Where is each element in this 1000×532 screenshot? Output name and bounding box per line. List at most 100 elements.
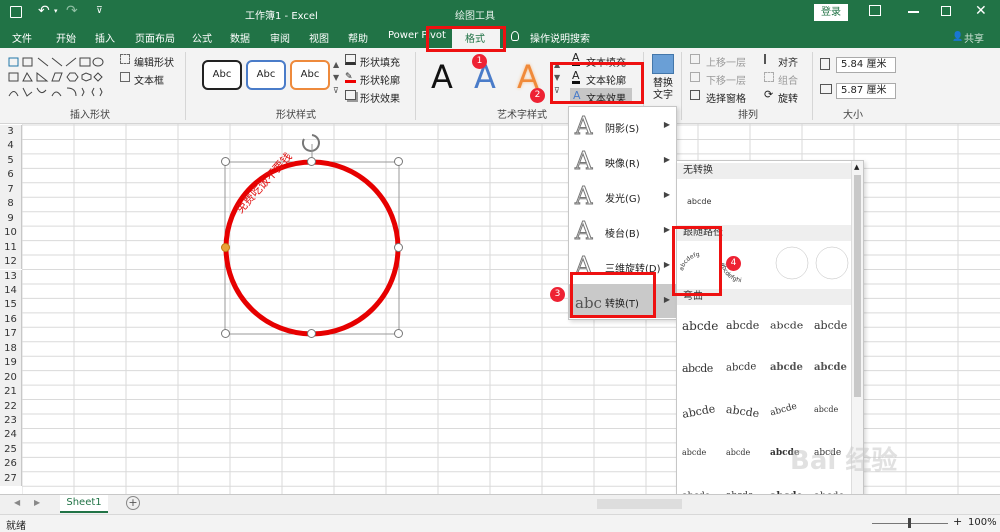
undo-icon[interactable]: ↶ <box>38 3 50 19</box>
warp-option[interactable]: abcde <box>769 402 798 419</box>
warp-option[interactable]: abcde <box>726 448 750 457</box>
warp-option[interactable]: abcde <box>770 320 803 331</box>
align-button[interactable]: 对齐 <box>778 54 798 69</box>
resize-handle[interactable] <box>307 157 316 166</box>
row-header[interactable]: 5 <box>0 153 22 169</box>
save-icon[interactable] <box>10 6 22 18</box>
tab-help[interactable]: 帮助 <box>348 30 368 45</box>
no-transform-option[interactable]: abcde <box>687 197 711 206</box>
tab-insert[interactable]: 插入 <box>95 30 115 45</box>
send-backward-button[interactable]: 下移一层 <box>706 72 746 87</box>
zoom-slider-thumb[interactable] <box>908 518 911 528</box>
shape-fill-button[interactable]: 形状填充 <box>360 54 400 69</box>
tab-power-pivot[interactable]: Power Pivot <box>388 30 446 41</box>
tab-review[interactable]: 审阅 <box>270 30 290 45</box>
scroll-thumb[interactable] <box>854 175 861 397</box>
share-button[interactable]: 共享 <box>964 30 984 45</box>
rotate-button[interactable]: 旋转 <box>778 90 798 105</box>
tab-view[interactable]: 视图 <box>309 30 329 45</box>
row-header[interactable]: 15 <box>0 298 22 313</box>
text-outline-button[interactable]: 文本轮廓 <box>586 72 626 87</box>
redo-icon[interactable]: ↷ <box>66 3 78 19</box>
tab-format[interactable]: 格式 <box>452 26 500 48</box>
row-header[interactable]: 16 <box>0 312 22 328</box>
zoom-level[interactable]: 100% <box>968 517 997 528</box>
shape-outline-button[interactable]: 形状轮廓 <box>360 72 400 87</box>
row-header[interactable]: 9 <box>0 211 22 227</box>
warp-option[interactable]: abcde <box>726 361 756 374</box>
shape-width-input[interactable]: 5.87 厘米 <box>836 83 896 99</box>
text-effects-button[interactable]: A 文本效果 <box>570 88 632 105</box>
ribbon-display-icon[interactable] <box>869 5 881 16</box>
row-header[interactable]: 24 <box>0 428 22 443</box>
edit-shape-button[interactable]: 编辑形状 <box>134 54 174 69</box>
warp-option[interactable]: abcde <box>681 402 716 421</box>
prev-sheet-icon[interactable]: ◀ <box>14 498 20 507</box>
horizontal-scrollbar[interactable] <box>597 499 682 509</box>
wordart-scroll-icon[interactable]: ▲ ▼ ⊽ <box>554 58 560 97</box>
warp-option[interactable]: abcde <box>682 448 706 457</box>
row-header[interactable]: 14 <box>0 283 22 299</box>
row-header[interactable]: 6 <box>0 168 22 183</box>
bring-forward-button[interactable]: 上移一层 <box>706 54 746 69</box>
warp-option[interactable]: abcde <box>682 319 718 333</box>
next-sheet-icon[interactable]: ▶ <box>34 498 40 507</box>
minimize-icon[interactable] <box>908 11 919 13</box>
tell-me-search[interactable]: 操作说明搜索 <box>530 30 590 45</box>
tab-page-layout[interactable]: 页面布局 <box>135 30 175 45</box>
text-effects-menu-item[interactable]: abc 转换(T) ▶ <box>569 284 676 318</box>
tab-data[interactable]: 数据 <box>230 30 250 45</box>
warp-option[interactable]: abcde <box>814 319 847 332</box>
warp-option[interactable]: abcde <box>726 319 759 332</box>
group-button[interactable]: 组合 <box>778 72 798 87</box>
row-header[interactable]: 12 <box>0 255 22 270</box>
row-header[interactable]: 17 <box>0 327 22 342</box>
text-effects-menu-item[interactable]: A 阴影(S) ▶ <box>569 109 676 143</box>
zoom-in-icon[interactable]: + <box>953 515 962 528</box>
resize-handle[interactable] <box>221 243 230 252</box>
resize-handle[interactable] <box>221 329 230 338</box>
resize-handle[interactable] <box>394 329 403 338</box>
resize-handle[interactable] <box>307 329 316 338</box>
follow-path-options[interactable]: abcdefg abcdefghi <box>677 241 853 291</box>
shape-height-input[interactable]: 5.84 厘米 <box>836 57 896 73</box>
row-header[interactable]: 3 <box>0 125 22 140</box>
warp-option[interactable]: abcde <box>682 362 713 375</box>
restore-icon[interactable] <box>941 6 951 16</box>
row-header[interactable]: 19 <box>0 356 22 371</box>
row-header[interactable]: 27 <box>0 471 22 487</box>
warp-option[interactable]: abcde <box>725 403 760 421</box>
text-effects-menu-item[interactable]: A 发光(G) ▶ <box>569 179 676 213</box>
scroll-up-icon[interactable]: ▲ <box>854 163 859 171</box>
resize-handle[interactable] <box>394 157 403 166</box>
row-header[interactable]: 7 <box>0 182 22 198</box>
row-header[interactable]: 25 <box>0 442 22 458</box>
row-header[interactable]: 26 <box>0 457 22 472</box>
row-header[interactable]: 23 <box>0 414 22 429</box>
selection-pane-button[interactable]: 选择窗格 <box>706 90 746 105</box>
text-effects-menu-item[interactable]: A 棱台(B) ▶ <box>569 214 676 248</box>
shape-style-orange[interactable]: Abc <box>290 60 330 90</box>
customize-qat-icon[interactable]: ⊽ <box>96 6 103 16</box>
row-header[interactable]: 8 <box>0 197 22 212</box>
row-header[interactable]: 22 <box>0 399 22 414</box>
add-sheet-icon[interactable]: + <box>126 496 140 510</box>
shapes-gallery[interactable] <box>6 54 116 102</box>
resize-handle[interactable] <box>221 157 230 166</box>
row-header[interactable]: 18 <box>0 341 22 357</box>
sheet-tab[interactable]: Sheet1 <box>60 495 108 513</box>
warp-option[interactable]: abcde <box>770 362 803 373</box>
text-effects-menu-item[interactable]: A 映像(R) ▶ <box>569 144 676 178</box>
undo-dropdown-icon[interactable]: ▾ <box>54 7 58 15</box>
text-box-button[interactable]: 文本框 <box>134 72 164 87</box>
close-icon[interactable]: ✕ <box>975 3 987 19</box>
row-header[interactable]: 21 <box>0 385 22 400</box>
tab-file[interactable]: 文件 <box>12 30 32 45</box>
warp-option[interactable]: abcde <box>814 405 838 414</box>
shape-effects-button[interactable]: 形状效果 <box>360 90 400 105</box>
resize-handle[interactable] <box>394 243 403 252</box>
share-icon[interactable]: 👤 <box>952 32 963 42</box>
row-header[interactable]: 13 <box>0 269 22 284</box>
shape-style-black[interactable]: Abc <box>202 60 242 90</box>
row-header[interactable]: 11 <box>0 240 22 256</box>
